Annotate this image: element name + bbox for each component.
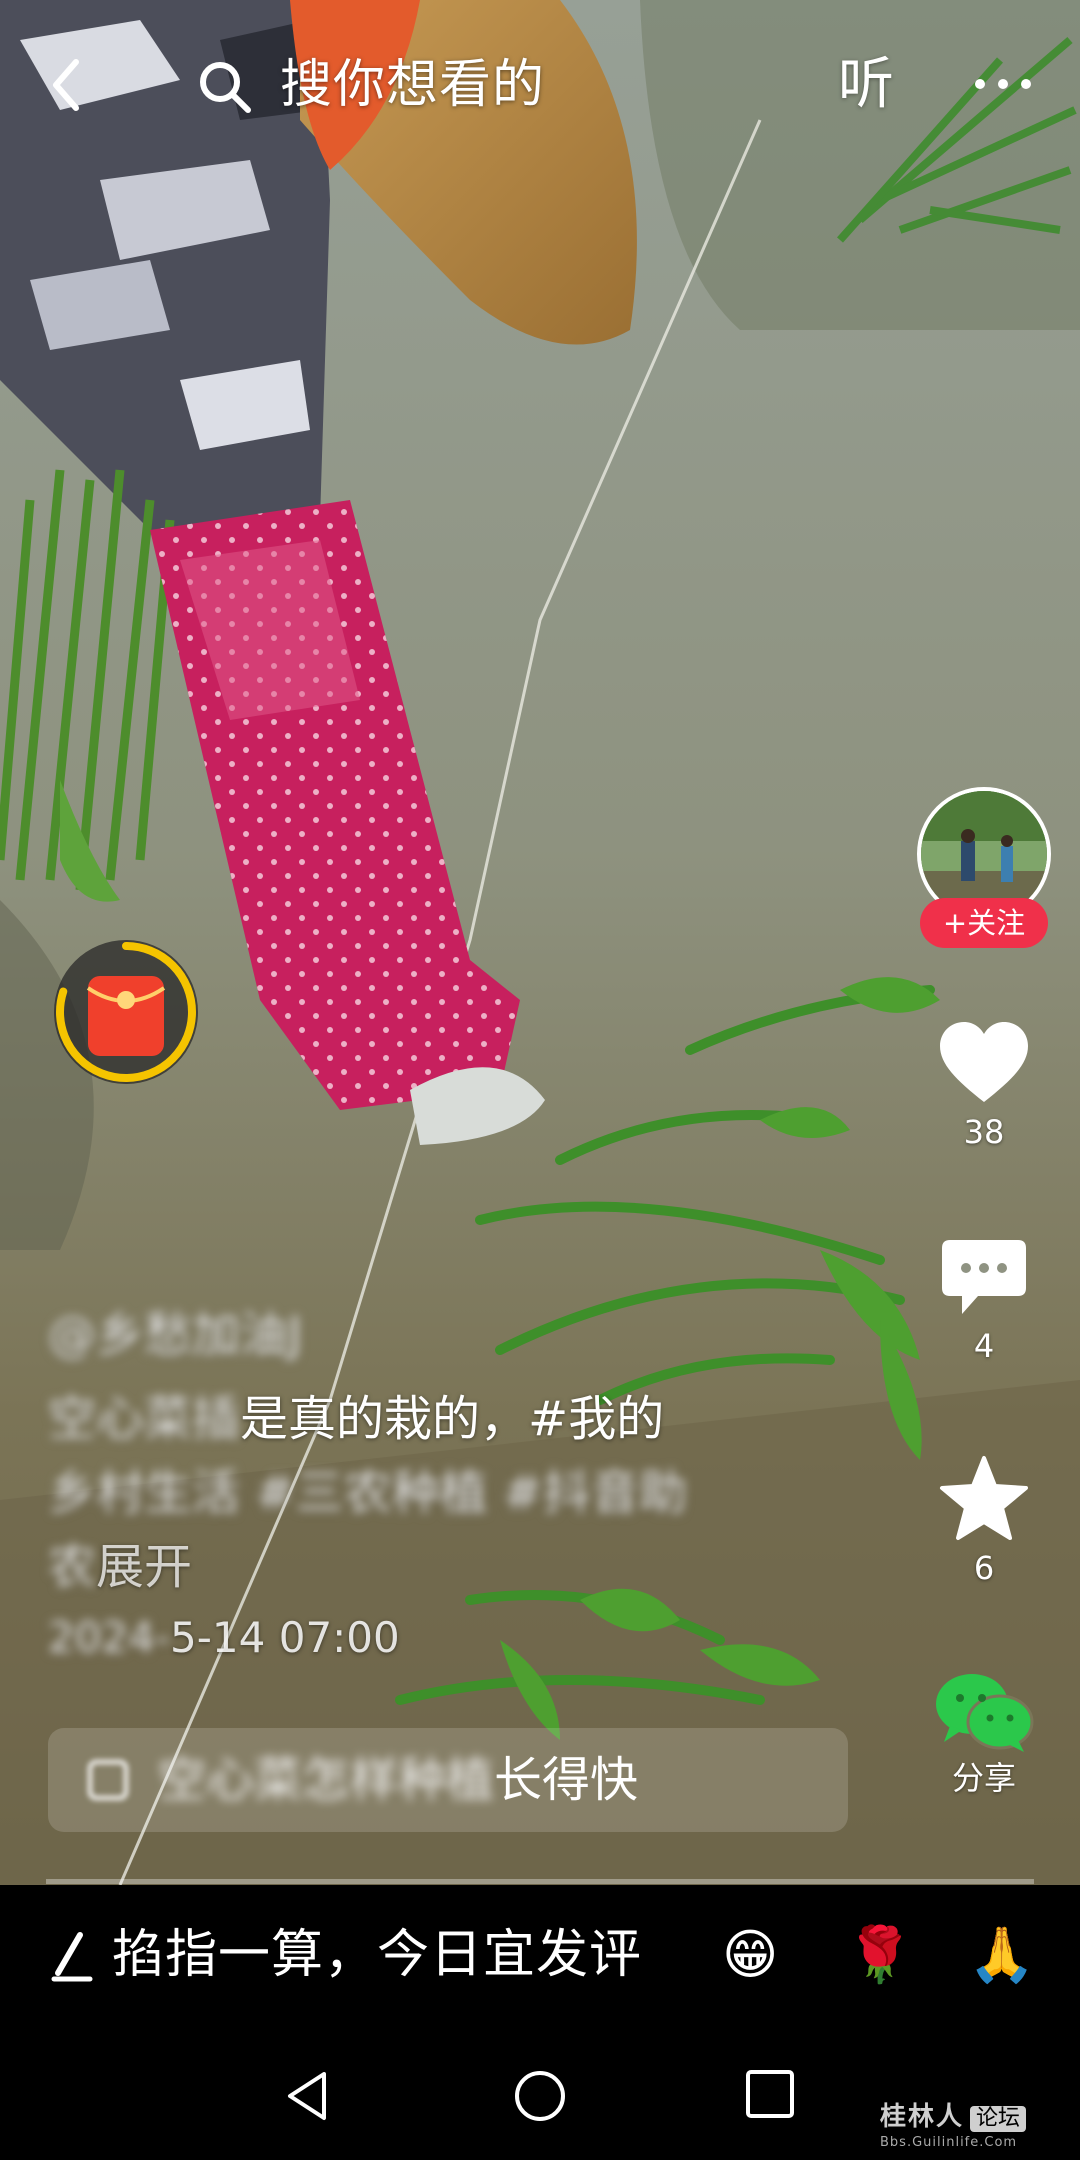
like-button[interactable]: 38 bbox=[930, 1018, 1038, 1152]
related-search-icon bbox=[88, 1760, 128, 1800]
comment-count: 4 bbox=[973, 1327, 995, 1365]
watermark-url: Bbs.Guilinlife.Com bbox=[880, 2135, 1018, 2150]
comment-button[interactable]: 4 bbox=[930, 1236, 1038, 1366]
watermark-title: 桂林人 bbox=[880, 2102, 965, 2132]
nav-recents-icon[interactable] bbox=[744, 2068, 796, 2120]
description-blurred-prefix: 空心菜插 bbox=[48, 1391, 241, 1447]
post-date-time: 5-14 07:00 bbox=[170, 1613, 400, 1662]
watermark-tag: 论坛 bbox=[970, 2106, 1027, 2132]
listen-button[interactable]: 听 bbox=[838, 52, 894, 118]
red-packet-icon bbox=[86, 976, 166, 1056]
post-date-year: 2024- bbox=[48, 1613, 171, 1662]
rose-emoji[interactable]: 🌹 bbox=[846, 1923, 913, 1987]
author-name[interactable]: @乡愁加油J bbox=[48, 1300, 848, 1370]
wechat-icon bbox=[936, 1674, 1034, 1752]
description-line1: 是真的栽的，#我的 bbox=[240, 1391, 665, 1447]
favorite-button[interactable]: 6 bbox=[930, 1454, 1038, 1588]
pray-emoji[interactable]: 🙏 bbox=[968, 1923, 1035, 1987]
comment-bar[interactable]: 掐指一算，今日宜发评 😁 🌹 🙏 bbox=[0, 1885, 1080, 2030]
chevron-left-icon[interactable] bbox=[40, 52, 96, 118]
video-description[interactable]: 空心菜插是真的栽的，#我的 乡村生活 #三农种植 #抖音助 农展开 bbox=[48, 1382, 848, 1604]
comment-input[interactable]: 掐指一算，今日宜发评 bbox=[112, 1923, 642, 1987]
description-line3: 农 bbox=[48, 1539, 97, 1595]
heart-icon bbox=[940, 1022, 1028, 1102]
description-line2: 乡村生活 #三农种植 #抖音助 bbox=[48, 1465, 687, 1521]
comment-bubble-icon bbox=[942, 1240, 1026, 1314]
video-caption: @乡愁加油J 空心菜插是真的栽的，#我的 乡村生活 #三农种植 #抖音助 农展开… bbox=[48, 1300, 848, 1666]
system-navigation: 桂林人 论坛 Bbs.Guilinlife.Com bbox=[0, 2030, 1080, 2160]
search-icon[interactable] bbox=[196, 58, 254, 116]
forum-watermark: 桂林人 论坛 Bbs.Guilinlife.Com bbox=[880, 2096, 1070, 2156]
related-search-text: 长得快 bbox=[494, 1752, 639, 1808]
like-count: 38 bbox=[963, 1113, 1005, 1151]
more-dots-icon[interactable] bbox=[968, 58, 1038, 110]
share-label: 分享 bbox=[951, 1759, 1016, 1797]
expand-button[interactable]: 展开 bbox=[96, 1539, 192, 1595]
search-input[interactable]: 搜你想看的 bbox=[280, 52, 545, 118]
share-button[interactable]: 分享 bbox=[930, 1670, 1038, 1798]
favorite-count: 6 bbox=[973, 1549, 995, 1587]
related-search-blurred: 空心菜怎样种植 bbox=[158, 1752, 495, 1808]
star-icon bbox=[940, 1456, 1028, 1540]
red-packet-widget[interactable] bbox=[48, 934, 204, 1090]
post-date: 2024-5-14 07:00 bbox=[48, 1610, 848, 1666]
grin-emoji[interactable]: 😁 bbox=[722, 1923, 778, 1987]
top-bar: 搜你想看的 听 bbox=[0, 40, 1080, 130]
related-search-pill[interactable]: 空心菜怎样种植长得快 bbox=[48, 1728, 848, 1832]
pen-icon bbox=[51, 1932, 93, 1982]
follow-button[interactable]: +关注 bbox=[920, 898, 1048, 948]
nav-back-icon[interactable] bbox=[282, 2068, 332, 2124]
nav-home-icon[interactable] bbox=[512, 2068, 568, 2124]
video-progress-bar[interactable] bbox=[46, 1879, 1034, 1884]
